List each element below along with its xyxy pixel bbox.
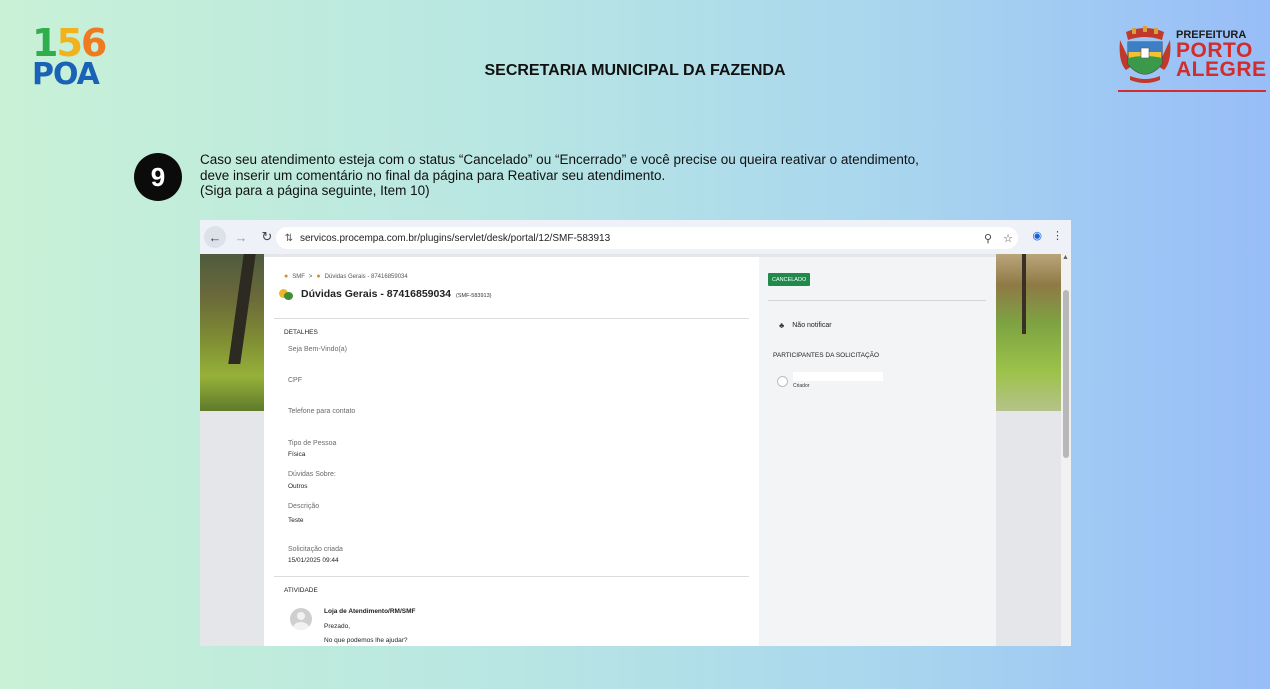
step-line: deve inserir um comentário no final da p… xyxy=(200,167,666,183)
profile-icon[interactable]: ◉ xyxy=(1032,229,1042,242)
participants-heading: PARTICIPANTES DA SOLICITAÇÃO xyxy=(773,352,880,359)
smf-icon: ● xyxy=(284,273,289,280)
logo-156-digits: 156 xyxy=(32,21,107,65)
browser-toolbar: ← → ↻ ⇅ servicos.procempa.com.br/plugins… xyxy=(200,220,1071,254)
activity-heading: ATIVIDADE xyxy=(284,587,318,594)
request-key: (SMF-583913) xyxy=(456,292,492,299)
prefeitura-underline xyxy=(1118,90,1266,92)
bell-icon: ♣ xyxy=(779,321,785,330)
field-label: CPF xyxy=(288,377,302,384)
step-line: (Siga para a página seguinte, Item 10) xyxy=(200,183,430,198)
address-url[interactable]: servicos.procempa.com.br/plugins/servlet… xyxy=(300,233,978,244)
divider xyxy=(274,318,749,319)
participant-name-redacted xyxy=(793,372,883,381)
field-value: Física xyxy=(288,451,306,458)
menu-icon[interactable]: ⋮ xyxy=(1052,229,1063,242)
page-viewport: ● SMF > ● Dúvidas Gerais - 87416859034 D… xyxy=(200,254,1071,646)
logo-156-poa: 156 POA xyxy=(32,21,107,92)
browser-window: ← → ↻ ⇅ servicos.procempa.com.br/plugins… xyxy=(200,220,1071,646)
activity-text: No que podemos lhe ajudar? xyxy=(324,637,408,644)
activity-author: Loja de Atendimento/RM/SMF xyxy=(324,608,416,615)
field-label: Seja Bem-Vindo(a) xyxy=(288,346,348,353)
request-panel: ● SMF > ● Dúvidas Gerais - 87416859034 D… xyxy=(264,257,996,646)
divider xyxy=(768,300,986,301)
participant-role: Criador xyxy=(793,383,810,389)
field-label: Solicitação criada xyxy=(288,546,343,553)
reload-icon[interactable]: ↻ xyxy=(256,226,278,248)
background-photo-right xyxy=(996,254,1061,411)
breadcrumb-root[interactable]: SMF xyxy=(292,274,305,280)
field-label: Telefone para contato xyxy=(288,408,356,415)
scrollbar-thumb[interactable] xyxy=(1063,290,1069,458)
avatar xyxy=(290,608,312,630)
field-label: Descrição xyxy=(288,503,320,510)
field-value: Outros xyxy=(288,483,308,490)
step-line: Caso seu atendimento esteja com o status… xyxy=(200,152,919,167)
request-type-small-icon: ● xyxy=(316,273,321,280)
field-value: Teste xyxy=(288,517,304,524)
star-icon[interactable]: ☆ xyxy=(998,232,1018,245)
forward-arrow-icon[interactable]: → xyxy=(230,226,252,248)
site-settings-icon[interactable]: ⇅ xyxy=(278,233,300,244)
prefeitura-line3: ALEGRE xyxy=(1176,58,1267,81)
field-label: Tipo de Pessoa xyxy=(288,440,337,447)
city-crest-icon xyxy=(1119,26,1171,83)
zoom-icon[interactable]: ⚲ xyxy=(978,232,998,245)
field-label: Dúvidas Sobre: xyxy=(288,471,336,478)
breadcrumb-separator: > xyxy=(308,273,313,280)
toolbar-right: ◉ ⋮ xyxy=(1032,229,1063,242)
request-title: Dúvidas Gerais - 87416859034 (SMF-583913… xyxy=(278,287,492,301)
prefeitura-wordmark: PREFEITURA PORTO ALEGRE xyxy=(1176,30,1267,81)
background-photo-left xyxy=(200,254,264,411)
request-title-text: Dúvidas Gerais - 87416859034 xyxy=(301,288,452,300)
logo-prefeitura-porto-alegre: PREFEITURA PORTO ALEGRE xyxy=(1118,24,1266,92)
notify-toggle[interactable]: ♣ Não notificar xyxy=(779,321,832,330)
scroll-up-icon[interactable]: ▲ xyxy=(1062,254,1069,261)
address-bar[interactable]: ⇅ servicos.procempa.com.br/plugins/servl… xyxy=(276,227,1018,249)
page-title: SECRETARIA MUNICIPAL DA FAZENDA xyxy=(484,62,786,79)
step-instructions: Caso seu atendimento esteja com o status… xyxy=(200,152,1080,199)
request-sidebar: CANCELADO ♣ Não notificar PARTICIPANTES … xyxy=(759,257,996,646)
field-value: 15/01/2025 09:44 xyxy=(288,557,339,564)
back-arrow-icon[interactable]: ← xyxy=(204,226,226,248)
breadcrumb: ● SMF > ● Dúvidas Gerais - 87416859034 xyxy=(284,273,408,280)
breadcrumb-current[interactable]: Dúvidas Gerais - 87416859034 xyxy=(325,274,408,280)
request-type-icon xyxy=(278,287,294,301)
notify-label[interactable]: Não notificar xyxy=(792,322,831,329)
divider xyxy=(274,576,749,577)
request-main: ● SMF > ● Dúvidas Gerais - 87416859034 D… xyxy=(264,257,759,646)
status-badge: CANCELADO xyxy=(768,273,811,286)
step-number-badge: 9 xyxy=(134,153,182,201)
participant-avatar xyxy=(777,376,788,387)
details-heading: DETALHES xyxy=(284,329,318,336)
activity-text: Prezado, xyxy=(324,623,351,630)
scrollbar[interactable]: ▲ xyxy=(1061,254,1071,646)
